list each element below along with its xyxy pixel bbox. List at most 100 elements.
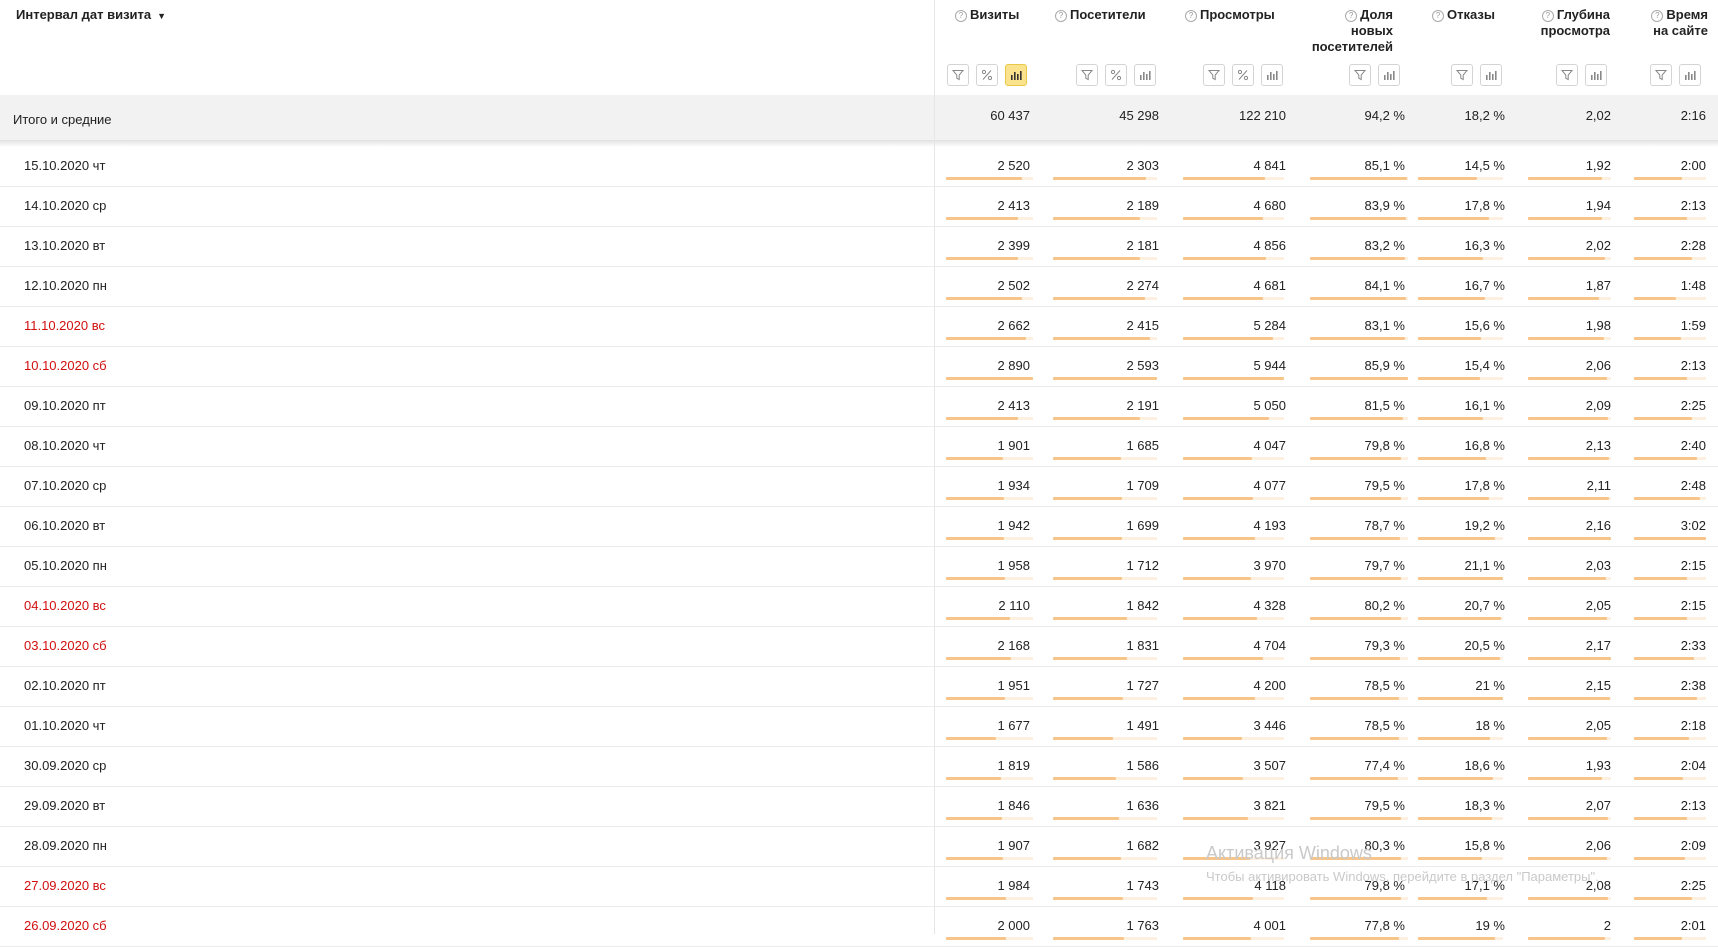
table-row[interactable] [0, 827, 1718, 867]
cell-bar [1183, 217, 1263, 220]
cell-value: 18,6 % [1464, 758, 1505, 773]
table-row[interactable] [0, 747, 1718, 787]
cell-value: 16,7 % [1464, 278, 1505, 293]
cell-bar [1634, 417, 1692, 420]
chart-icon[interactable] [1005, 64, 1027, 86]
totals-row [0, 95, 1718, 141]
cell-bar [1183, 257, 1266, 260]
dimension-sort-header[interactable]: Интервал дат визита ▼ [16, 7, 166, 22]
chart-icon[interactable] [1679, 64, 1701, 86]
filter-icon[interactable] [1203, 64, 1225, 86]
cell-value: 1 901 [997, 438, 1030, 453]
table-row[interactable] [0, 587, 1718, 627]
cell-value: 2,17 [1585, 638, 1611, 653]
table-row[interactable] [0, 507, 1718, 547]
cell-value: 2 413 [997, 398, 1030, 413]
table-row[interactable] [0, 547, 1718, 587]
cell-value: 4 680 [1253, 198, 1286, 213]
help-icon[interactable]: ? [955, 10, 967, 22]
column-header-1[interactable]: ? Посетители [1055, 7, 1146, 23]
filter-icon[interactable] [1451, 64, 1473, 86]
cell-bar [1053, 377, 1157, 380]
table-row[interactable] [0, 627, 1718, 667]
column-header-label: Визиты [970, 7, 1020, 22]
column-header-4[interactable]: ? Отказы [1432, 7, 1495, 23]
chart-icon[interactable] [1480, 64, 1502, 86]
help-icon[interactable]: ? [1345, 10, 1358, 22]
help-icon[interactable]: ? [1651, 10, 1664, 22]
cell-value: 1 682 [1126, 838, 1159, 853]
cell-value: 2 303 [1126, 158, 1159, 173]
cell-value: 1 984 [997, 878, 1030, 893]
cell-value: 2:25 [1680, 398, 1706, 413]
cell-bar [1634, 857, 1685, 860]
column-header-2[interactable]: ? Просмотры [1185, 7, 1275, 23]
cell-value: 4 704 [1253, 638, 1286, 653]
table-row[interactable] [0, 307, 1718, 347]
cell-bar [1418, 737, 1490, 740]
cell-bar [1053, 617, 1127, 620]
cell-bar [1528, 617, 1607, 620]
chart-icon[interactable] [1261, 64, 1283, 86]
cell-value: 2:38 [1680, 678, 1706, 693]
table-row[interactable] [0, 147, 1718, 187]
table-row[interactable] [0, 227, 1718, 267]
table-row[interactable] [0, 187, 1718, 227]
percent-icon[interactable] [1105, 64, 1127, 86]
chart-icon[interactable] [1134, 64, 1156, 86]
cell-value: 1 685 [1126, 438, 1159, 453]
row-date: 01.10.2020 чт [24, 718, 106, 733]
cell-bar [946, 177, 1022, 180]
chart-icon[interactable] [1378, 64, 1400, 86]
cell-value: 1:59 [1680, 318, 1706, 333]
table-row[interactable] [0, 907, 1718, 947]
cell-value: 3 507 [1253, 758, 1286, 773]
table-row[interactable] [0, 667, 1718, 707]
totals-value: 60 437 [990, 108, 1030, 123]
cell-value: 21 % [1475, 678, 1505, 693]
cell-bar [1183, 577, 1251, 580]
help-icon[interactable]: ? [1432, 10, 1444, 22]
table-row[interactable] [0, 707, 1718, 747]
help-icon[interactable]: ? [1541, 10, 1554, 22]
cell-value: 1 677 [997, 718, 1030, 733]
filter-icon[interactable] [1650, 64, 1672, 86]
cell-value: 1,98 [1585, 318, 1611, 333]
cell-value: 16,3 % [1464, 238, 1505, 253]
filter-icon[interactable] [1349, 64, 1371, 86]
column-header-6[interactable]: ? Время на сайте [1651, 7, 1708, 39]
cell-value: 2 593 [1126, 358, 1159, 373]
table-row[interactable] [0, 787, 1718, 827]
cell-bar [946, 217, 1018, 220]
cell-bar [1053, 337, 1150, 340]
cell-value: 2:09 [1680, 838, 1706, 853]
column-header-5[interactable]: ? Глубина просмотра [1541, 7, 1610, 39]
cell-value: 83,1 % [1364, 318, 1405, 333]
cell-value: 78,5 % [1364, 678, 1405, 693]
table-row[interactable] [0, 347, 1718, 387]
cell-value: 1,92 [1585, 158, 1611, 173]
table-row[interactable] [0, 427, 1718, 467]
table-row[interactable] [0, 387, 1718, 427]
cell-value: 16,8 % [1464, 438, 1505, 453]
cell-value: 2:00 [1680, 158, 1706, 173]
cell-bar [1528, 737, 1607, 740]
help-icon[interactable]: ? [1055, 10, 1067, 22]
column-header-0[interactable]: ? Визиты [955, 7, 1019, 23]
percent-icon[interactable] [976, 64, 998, 86]
table-row[interactable] [0, 467, 1718, 507]
cell-bar [1053, 457, 1121, 460]
table-row[interactable] [0, 267, 1718, 307]
help-icon[interactable]: ? [1185, 10, 1197, 22]
filter-icon[interactable] [947, 64, 969, 86]
cell-value: 2 168 [997, 638, 1030, 653]
filter-icon[interactable] [1556, 64, 1578, 86]
column-header-3[interactable]: ? Доля новых посетителей [1312, 7, 1393, 55]
filter-icon[interactable] [1076, 64, 1098, 86]
percent-icon[interactable] [1232, 64, 1254, 86]
cell-value: 2,05 [1585, 718, 1611, 733]
cell-bar [1310, 297, 1406, 300]
chart-icon[interactable] [1585, 64, 1607, 86]
cell-bar [1528, 337, 1604, 340]
cell-value: 2:25 [1680, 878, 1706, 893]
